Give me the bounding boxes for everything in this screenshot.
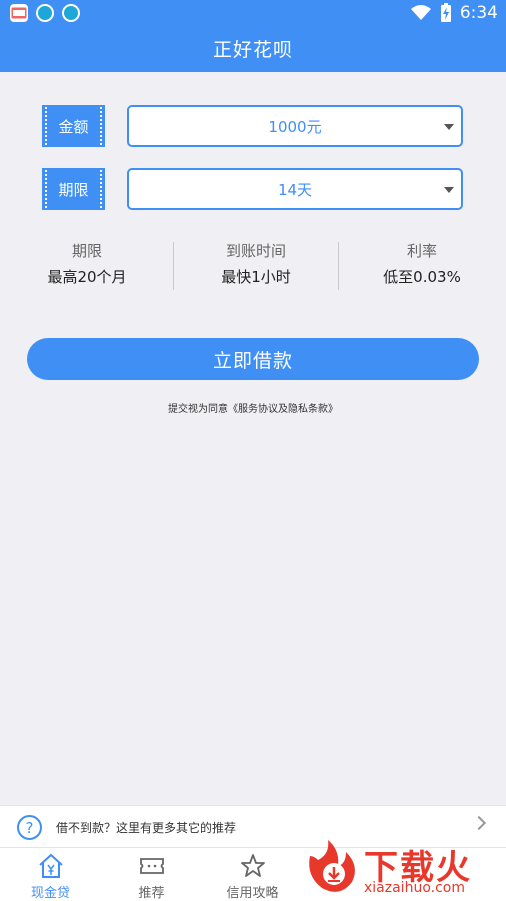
battery-charging-icon xyxy=(440,3,451,22)
home-yuan-icon xyxy=(38,853,63,878)
chevron-right-icon xyxy=(471,815,487,831)
tab-label: 现金贷 xyxy=(30,886,70,901)
dropdown-arrow-icon xyxy=(444,187,454,193)
amount-select-value: 1000元 xyxy=(268,117,322,136)
amount-row: 金额 1000元 xyxy=(42,105,463,147)
recommend-text: 借不到款？这里有更多其它的推荐 xyxy=(56,821,237,835)
watermark-logo: 下载火 xiazaihuo.com xyxy=(300,836,506,901)
stat-arrival-time: 到账时间 最快1小时 xyxy=(172,238,340,290)
tab-cash-loan[interactable]: 现金贷 xyxy=(0,848,101,901)
stat-label: 到账时间 xyxy=(225,242,286,260)
term-select-value: 14天 xyxy=(277,180,313,199)
amount-label-tag: 金额 xyxy=(42,105,105,147)
star-icon xyxy=(240,854,265,877)
app-title-bar: 正好花呗 xyxy=(0,28,506,72)
status-time: 6:34 xyxy=(459,3,498,23)
status-bar: 6:34 xyxy=(0,0,506,28)
ticket-icon xyxy=(139,858,164,874)
tab-label: 推荐 xyxy=(138,886,165,901)
stat-label: 利率 xyxy=(406,242,437,260)
page-title: 正好花呗 xyxy=(212,39,293,61)
tab-recommend[interactable]: 推荐 xyxy=(101,848,202,901)
stat-value: 低至0.03% xyxy=(383,268,461,286)
tab-label: 信用攻略 xyxy=(226,886,279,901)
question-icon: ? xyxy=(17,815,42,840)
dropdown-arrow-icon xyxy=(444,124,454,130)
stat-value: 最高20个月 xyxy=(47,268,127,286)
wifi-icon xyxy=(410,5,431,20)
film-app-icon xyxy=(10,4,28,22)
term-label-tag: 期限 xyxy=(42,168,105,210)
loan-stats: 期限 最高20个月 到账时间 最快1小时 利率 低至0.03% xyxy=(0,238,506,294)
stat-term: 期限 最高20个月 xyxy=(3,238,171,290)
stat-interest-rate: 利率 低至0.03% xyxy=(338,238,506,290)
stat-label: 期限 xyxy=(71,242,102,260)
term-select[interactable]: 14天 xyxy=(127,168,463,210)
stat-value: 最快1小时 xyxy=(221,268,291,286)
watermark-url: xiazaihuo.com xyxy=(364,880,465,896)
term-row: 期限 14天 xyxy=(42,168,463,210)
app-notification-icon-2 xyxy=(62,4,80,22)
app-notification-icon xyxy=(36,4,54,22)
amount-select[interactable]: 1000元 xyxy=(127,105,463,147)
flame-logo-icon xyxy=(309,840,355,892)
agreement-text[interactable]: 提交视为同意《服务协议及隐私条款》 xyxy=(0,400,506,415)
borrow-now-button[interactable]: 立即借款 xyxy=(27,338,479,380)
notification-icons xyxy=(10,4,80,22)
tab-credit-guide[interactable]: 信用攻略 xyxy=(202,848,303,901)
